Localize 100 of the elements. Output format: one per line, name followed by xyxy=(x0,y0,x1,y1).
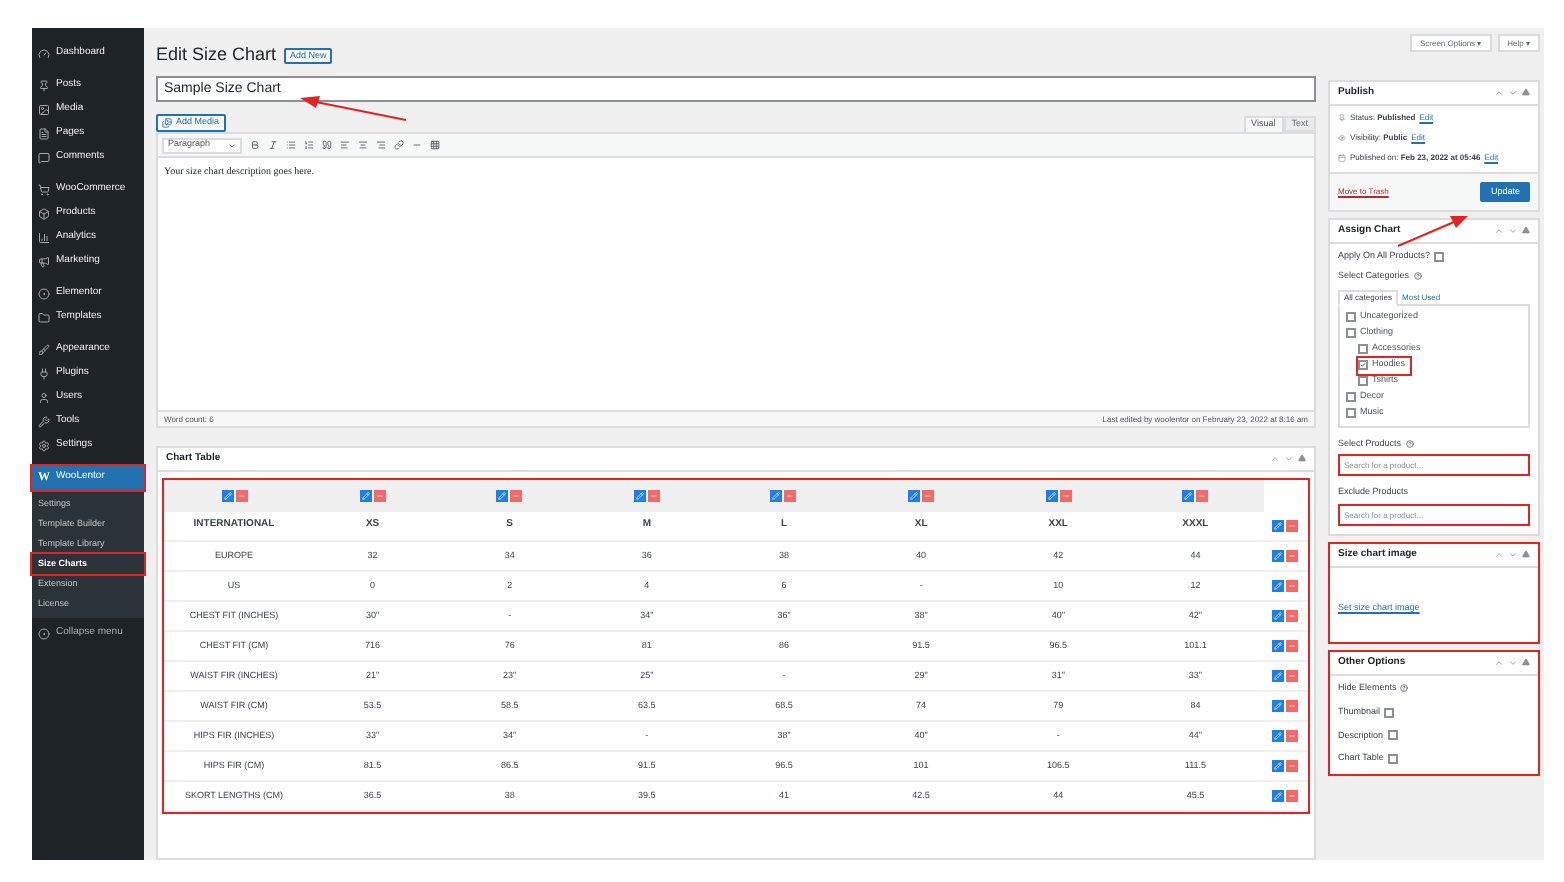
align-left-icon[interactable] xyxy=(340,140,350,150)
checkbox[interactable] xyxy=(1358,376,1368,386)
toolbar-toggle-icon[interactable] xyxy=(430,140,440,150)
delete-row-button[interactable] xyxy=(1286,640,1299,652)
cart-icon xyxy=(38,184,50,196)
collapse-icon xyxy=(38,628,50,640)
speech-bubble-icon xyxy=(38,152,50,164)
edit-row-button[interactable] xyxy=(1272,790,1285,802)
edit-row-button[interactable] xyxy=(1272,580,1285,592)
edit-row-button[interactable] xyxy=(1272,610,1285,622)
move-up-icon[interactable] xyxy=(1494,226,1504,236)
move-up-icon[interactable] xyxy=(1494,550,1504,560)
quote-icon[interactable] xyxy=(322,140,332,150)
help-icon xyxy=(1413,272,1422,281)
edit-row-button[interactable] xyxy=(1272,760,1285,772)
annotation-arrow xyxy=(300,96,407,121)
checkbox[interactable] xyxy=(1358,344,1368,354)
move-down-icon[interactable] xyxy=(1508,226,1518,236)
move-down-icon[interactable] xyxy=(1508,658,1518,668)
collapse-icon[interactable] xyxy=(1522,88,1530,96)
annotation-arrow xyxy=(1397,216,1468,247)
checkbox[interactable] xyxy=(1346,328,1356,338)
edit-row-button[interactable] xyxy=(1272,520,1285,532)
collapse-icon[interactable] xyxy=(1298,454,1306,462)
settings-icon xyxy=(38,440,50,452)
collapse-icon[interactable] xyxy=(1522,226,1530,234)
edit-column-button[interactable] xyxy=(1182,490,1195,502)
move-down-icon[interactable] xyxy=(1284,454,1294,464)
brush-icon xyxy=(38,344,50,356)
italic-icon[interactable] xyxy=(268,140,278,150)
delete-column-button[interactable] xyxy=(235,490,247,502)
link-icon[interactable] xyxy=(394,140,404,150)
wrench-icon xyxy=(38,416,50,428)
bold-icon[interactable] xyxy=(250,140,260,150)
edit-column-button[interactable] xyxy=(221,490,233,502)
page-icon xyxy=(38,128,50,140)
align-right-icon[interactable] xyxy=(376,140,386,150)
edit-row-button[interactable] xyxy=(1272,550,1285,562)
checkbox[interactable] xyxy=(1346,392,1356,402)
checkbox[interactable] xyxy=(1387,730,1398,741)
delete-column-button[interactable] xyxy=(922,490,935,502)
pin-icon xyxy=(1338,114,1346,122)
edit-column-button[interactable] xyxy=(496,490,509,502)
numbered-list-icon[interactable] xyxy=(304,140,314,150)
edit-column-button[interactable] xyxy=(908,490,921,502)
move-up-icon[interactable] xyxy=(1270,454,1280,464)
delete-row-button[interactable] xyxy=(1286,550,1299,562)
checkbox[interactable] xyxy=(1358,360,1368,370)
edit-row-button[interactable] xyxy=(1272,670,1285,682)
delete-row-button[interactable] xyxy=(1286,580,1299,592)
delete-column-button[interactable] xyxy=(1059,490,1072,502)
delete-row-button[interactable] xyxy=(1286,670,1299,682)
box-icon xyxy=(38,208,50,220)
delete-row-button[interactable] xyxy=(1286,760,1299,772)
help-icon xyxy=(1400,684,1409,693)
megaphone-icon xyxy=(38,256,50,268)
delete-row-button[interactable] xyxy=(1286,700,1299,712)
delete-column-button[interactable] xyxy=(373,490,386,502)
user-icon xyxy=(38,392,50,404)
delete-row-button[interactable] xyxy=(1286,730,1299,742)
checkbox[interactable] xyxy=(1434,251,1445,262)
media-icon xyxy=(162,118,172,128)
circle-icon xyxy=(38,288,50,300)
edit-column-button[interactable] xyxy=(359,490,372,502)
folder-icon xyxy=(38,312,50,324)
gauge-icon xyxy=(38,48,50,60)
align-center-icon[interactable] xyxy=(358,140,368,150)
pin-icon xyxy=(38,80,50,92)
delete-row-button[interactable] xyxy=(1286,520,1299,532)
checkbox[interactable] xyxy=(1346,408,1356,418)
delete-row-button[interactable] xyxy=(1286,790,1299,802)
image-icon xyxy=(38,104,50,116)
page-title: Edit Size Chart xyxy=(156,42,277,69)
delete-column-button[interactable] xyxy=(1196,490,1209,502)
read-more-icon[interactable] xyxy=(412,140,422,150)
bullet-list-icon[interactable] xyxy=(286,140,296,150)
edit-column-button[interactable] xyxy=(770,490,783,502)
plug-icon xyxy=(38,368,50,380)
move-down-icon[interactable] xyxy=(1508,550,1518,560)
bar-chart-icon xyxy=(38,232,50,244)
collapse-icon[interactable] xyxy=(1522,550,1530,558)
delete-column-button[interactable] xyxy=(510,490,523,502)
delete-row-button[interactable] xyxy=(1286,610,1299,622)
checkbox[interactable] xyxy=(1384,707,1395,718)
delete-column-button[interactable] xyxy=(784,490,797,502)
edit-column-button[interactable] xyxy=(633,490,646,502)
edit-row-button[interactable] xyxy=(1272,700,1285,712)
calendar-icon xyxy=(1338,154,1346,162)
collapse-icon[interactable] xyxy=(1522,658,1530,666)
help-icon xyxy=(1405,439,1414,448)
delete-column-button[interactable] xyxy=(647,490,660,502)
move-down-icon[interactable] xyxy=(1508,88,1518,98)
edit-row-button[interactable] xyxy=(1272,730,1285,742)
edit-row-button[interactable] xyxy=(1272,640,1285,652)
checkbox[interactable] xyxy=(1346,312,1356,322)
edit-column-button[interactable] xyxy=(1045,490,1058,502)
eye-icon xyxy=(1338,134,1346,142)
move-up-icon[interactable] xyxy=(1494,658,1504,668)
move-up-icon[interactable] xyxy=(1494,88,1504,98)
checkbox[interactable] xyxy=(1387,754,1398,765)
